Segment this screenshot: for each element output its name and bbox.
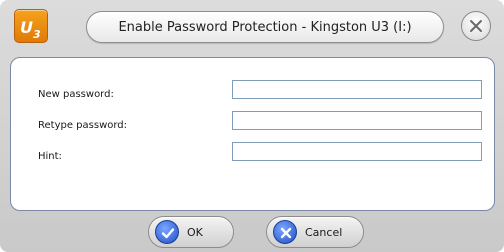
x-icon — [273, 220, 297, 244]
retype-password-label: Retype password: — [38, 120, 128, 131]
close-icon — [470, 20, 482, 32]
u3-logo-glyph: U 3 — [20, 18, 41, 41]
window-title: Enable Password Protection - Kingston U3… — [118, 19, 412, 35]
form-panel: New password: Retype password: Hint: — [10, 57, 495, 211]
u3-logo-icon: U 3 — [14, 9, 48, 43]
svg-text:3: 3 — [33, 28, 41, 41]
password-dialog: U 3 Enable Password Protection - Kingsto… — [0, 0, 504, 252]
new-password-label: New password: — [38, 89, 114, 100]
ok-button-label: OK — [187, 225, 203, 239]
retype-password-input[interactable] — [232, 111, 482, 130]
new-password-input[interactable] — [232, 80, 482, 99]
close-button[interactable] — [461, 11, 491, 41]
title-bar: Enable Password Protection - Kingston U3… — [86, 11, 444, 43]
ok-button[interactable]: OK — [148, 216, 234, 248]
checkmark-icon — [155, 220, 179, 244]
svg-text:U: U — [20, 18, 33, 37]
cancel-button-label: Cancel — [305, 225, 343, 239]
cancel-button[interactable]: Cancel — [266, 216, 364, 248]
hint-input[interactable] — [232, 142, 482, 161]
hint-label: Hint: — [38, 151, 62, 162]
